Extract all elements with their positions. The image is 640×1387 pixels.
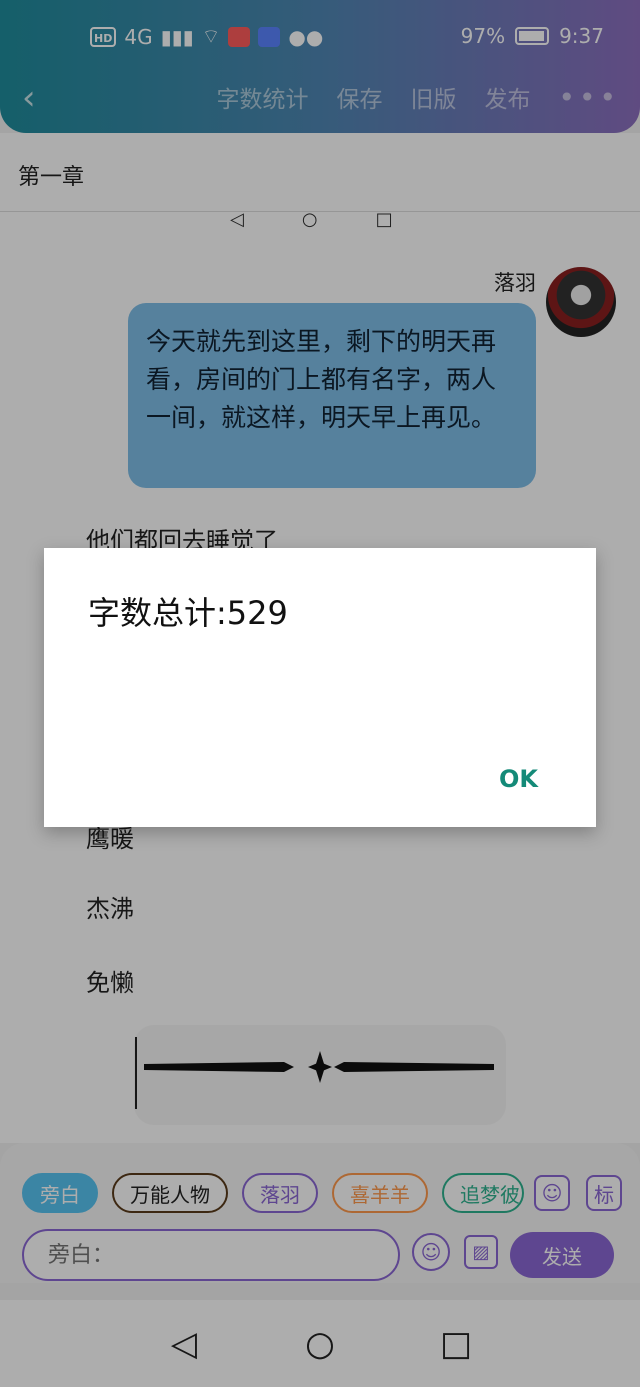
ok-button[interactable]: OK bbox=[499, 765, 538, 793]
word-count-dialog: 字数总计:529 OK bbox=[44, 548, 596, 827]
word-count-message: 字数总计:529 bbox=[88, 594, 288, 632]
